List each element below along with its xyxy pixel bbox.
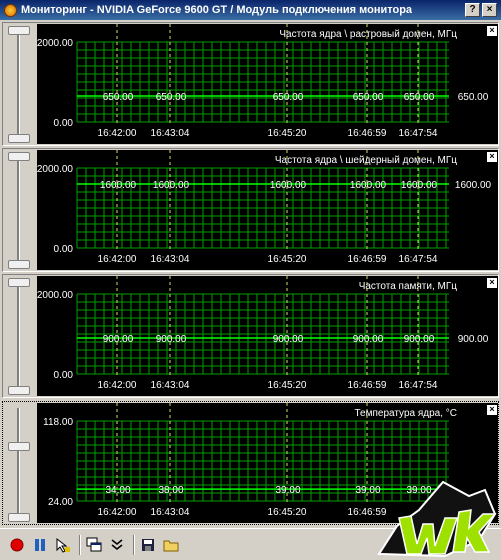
range-slider-track[interactable] [17,408,20,518]
data-label: 1600.00 [270,180,307,191]
range-slider-track[interactable] [17,29,20,139]
data-label: 650.00 [156,92,187,103]
data-label: 1600.00 [401,180,438,191]
time-tick-label: 16:42:00 [98,254,137,265]
record-icon [10,538,24,551]
data-label: 1600.00 [350,180,387,191]
window-title: Мониторинг - NVIDIA GeForce 9600 GT / Мо… [21,4,413,16]
data-label: 900.00 [156,334,187,345]
data-label: 650.00 [353,92,384,103]
graph-panel: 16:42:00 16:43:04 16:45:20 16:46:59 16:47:54… [2,148,499,272]
range-max-handle[interactable] [8,26,30,35]
help-button[interactable]: ? [465,3,480,17]
record-button[interactable] [8,536,26,554]
time-tick-label: 16:47:54 [399,380,438,391]
graph-close-button[interactable]: × [487,152,497,162]
y-min-label: 0.00 [54,244,74,255]
time-tick-label: 16:42:00 [98,128,137,139]
data-label: 1600.00 [100,180,137,191]
graph-canvas: 16:42:00 16:43:04 16:45:20 16:46:59 16:47:54… [37,24,489,139]
range-max-handle[interactable] [8,152,30,161]
app-icon [4,3,17,17]
toolbar-separator [133,534,135,555]
range-max-handle[interactable] [8,278,30,287]
time-tick-label: 16:47:54 [399,254,438,265]
time-tick-label: 16:45:20 [268,128,307,139]
range-max-handle[interactable] [8,442,30,451]
time-tick-label: 16:43:04 [151,254,190,265]
range-slider-track[interactable] [17,281,20,391]
time-tick-label: 16:42:00 [98,507,137,518]
folder-icon [163,540,179,551]
time-tick-label: 16:45:20 [268,507,307,518]
y-max-label: 118.00 [43,417,73,428]
data-label: 650.00 [103,92,134,103]
windows-button[interactable] [85,536,103,554]
save-button[interactable] [139,536,157,554]
y-max-label: 2000.00 [37,164,73,175]
pause-icon [35,538,45,551]
data-label: 900.00 [273,334,304,345]
data-label: 38.00 [158,485,183,496]
graph-close-button[interactable]: × [487,26,497,36]
graph-canvas: 16:42:00 16:43:04 16:45:20 16:46:59 16:47:54… [37,276,489,391]
range-min-handle[interactable] [8,386,30,395]
data-label: 900.00 [353,334,384,345]
toolbar-separator [79,534,81,555]
range-min-handle[interactable] [8,260,30,269]
data-label: 900.00 [404,334,435,345]
data-label: 650.00 [458,92,489,103]
time-tick-label: 16:45:20 [268,254,307,265]
graph-close-button[interactable]: × [487,405,497,415]
time-tick-label: 16:43:04 [151,380,190,391]
cursor-button[interactable] [54,536,72,554]
data-label: 650.00 [404,92,435,103]
time-tick-label: 16:47:54 [399,128,438,139]
monitor-graph: 16:42:00 16:43:04 16:45:20 16:46:59 16:47:54… [37,150,498,270]
save-icon [142,538,154,551]
collapse-button[interactable] [108,536,126,554]
data-label: 900.00 [103,334,134,345]
time-tick-label: 16:45:20 [268,380,307,391]
graph-title: Частота ядра \ шейдерный домен, МГц [275,155,457,166]
window-titlebar: Мониторинг - NVIDIA GeForce 9600 GT / Мо… [0,0,501,20]
y-min-label: 24.00 [48,497,73,508]
windows-icon [86,537,102,551]
monitor-graph: 16:42:00 16:43:04 16:45:20 16:46:59 16:47:54… [37,24,498,144]
pause-button[interactable] [31,536,49,554]
watermark-logo-icon [377,480,497,558]
data-label: 39.00 [275,485,300,496]
collapse-icon [111,538,123,550]
range-min-handle[interactable] [8,134,30,143]
time-tick-label: 16:46:59 [348,254,387,265]
y-min-label: 0.00 [54,370,74,381]
graph-canvas: 16:42:00 16:43:04 16:45:20 16:46:59 16:47:54… [37,150,492,265]
time-tick-label: 16:46:59 [348,128,387,139]
time-tick-label: 16:43:04 [151,507,190,518]
range-min-handle[interactable] [8,513,30,522]
time-tick-label: 16:42:00 [98,380,137,391]
graph-panel: 16:42:00 16:43:04 16:45:20 16:46:59 16:47:54… [2,274,499,398]
time-tick-label: 16:46:59 [348,380,387,391]
graph-title: Частота памяти, МГц [359,281,458,292]
graph-title: Частота ядра \ растровый домен, МГц [279,29,457,40]
range-slider-track[interactable] [17,155,20,265]
monitor-graph: 16:42:00 16:43:04 16:45:20 16:46:59 16:47:54… [37,276,498,396]
data-label: 900.00 [458,334,489,345]
time-tick-label: 16:43:04 [151,128,190,139]
data-label: 1600.00 [153,180,190,191]
open-folder-button[interactable] [162,536,180,554]
cursor-icon [56,537,70,553]
y-max-label: 2000.00 [37,38,73,49]
graph-panel: 16:42:00 16:43:04 16:45:20 16:46:59 16:47:54… [2,22,499,146]
y-min-label: 0.00 [54,118,74,129]
y-max-label: 2000.00 [37,290,73,301]
data-label: 34.00 [105,485,130,496]
graph-title: Температура ядра, °C [355,408,458,419]
data-label: 1600.00 [455,180,492,191]
graph-close-button[interactable]: × [487,278,497,288]
close-button[interactable]: × [482,3,497,17]
data-label: 650.00 [273,92,304,103]
